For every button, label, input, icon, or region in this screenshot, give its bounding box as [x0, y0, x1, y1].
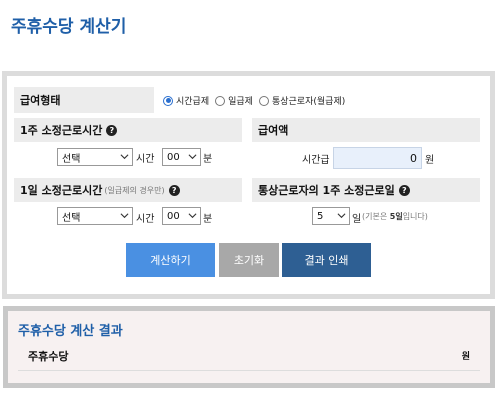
work-days-unit: 일 [352, 214, 362, 225]
radio-option-hourly[interactable]: 시간급제 [163, 94, 209, 107]
chevron-down-icon [188, 154, 197, 160]
result-label: 주휴수당 [28, 349, 69, 363]
pay-type-label-band: 급여형태 [14, 87, 154, 113]
daily-minute-unit: 분 [203, 214, 213, 225]
pay-type-radio-group: 시간급제 일급제 통상근로자(월급제) [163, 94, 351, 107]
pay-type-label: 급여형태 [20, 94, 61, 107]
radio-option-monthly[interactable]: 통상근로자(월급제) [258, 94, 346, 107]
radio-monthly-label: 통상근로자(월급제) [271, 97, 346, 107]
result-unit: 원 [461, 352, 470, 362]
daily-hour-select-value: 선택 [62, 212, 81, 224]
work-days-note-bold: 5일 [389, 212, 403, 221]
daily-hour-unit: 시간 [136, 214, 155, 225]
weekly-minute-select[interactable]: 00 [162, 148, 201, 166]
radio-daily-label: 일급제 [228, 97, 253, 107]
result-row: 주휴수당 원 [18, 341, 480, 371]
work-days-select[interactable]: 5 [312, 207, 350, 225]
daily-hour-select[interactable]: 선택 [57, 207, 133, 225]
work-days-note: (기본은 5일입니다) [362, 211, 428, 222]
daily-minute-select-value: 00 [167, 210, 180, 222]
radio-hourly[interactable] [163, 95, 173, 106]
work-days-note-prefix: (기본은 [362, 212, 390, 221]
work-days-select-value: 5 [317, 210, 324, 222]
weekly-minute-select-value: 00 [167, 151, 180, 163]
work-days-label-band: 통상근로자의 1주 소정근로일 ? [252, 178, 480, 202]
question-circle-icon[interactable]: ? [398, 184, 410, 196]
pay-amount-unit: 원 [425, 155, 435, 166]
weekly-hour-select-value: 선택 [62, 153, 81, 165]
chevron-down-icon [120, 213, 129, 219]
weekly-hour-select[interactable]: 선택 [57, 148, 133, 166]
reset-button[interactable]: 초기화 [219, 243, 279, 277]
radio-option-daily[interactable]: 일급제 [215, 94, 253, 107]
result-title: 주휴수당 계산 결과 [18, 324, 123, 339]
pay-amount-label-band: 급여액 [252, 118, 480, 142]
chevron-down-icon [337, 213, 346, 219]
pay-amount-field-label: 시간급 [302, 155, 330, 166]
result-panel: 주휴수당 계산 결과 주휴수당 원 [3, 306, 495, 388]
pay-amount-label: 급여액 [258, 124, 289, 137]
weekly-hours-label: 1주 소정근로시간 [20, 124, 103, 137]
daily-hours-label: 1일 소정근로시간 [20, 184, 103, 197]
daily-hours-label-band: 1일 소정근로시간 (일급제의 경우만) ? [14, 178, 242, 202]
calculate-button[interactable]: 계산하기 [126, 243, 215, 277]
page-title: 주휴수당 계산기 [11, 17, 127, 37]
print-button[interactable]: 결과 인쇄 [282, 243, 371, 277]
weekly-minute-unit: 분 [203, 154, 213, 165]
chevron-down-icon [188, 213, 197, 219]
pay-amount-input[interactable]: 0 [333, 147, 422, 169]
question-circle-icon[interactable]: ? [106, 124, 118, 136]
question-circle-icon[interactable]: ? [168, 184, 180, 196]
daily-hours-note: (일급제의 경우만) [104, 185, 165, 195]
radio-monthly[interactable] [258, 95, 269, 106]
weekly-hours-label-band: 1주 소정근로시간 ? [14, 118, 242, 142]
radio-daily[interactable] [215, 95, 226, 106]
chevron-down-icon [120, 154, 129, 160]
radio-hourly-label: 시간급제 [176, 97, 210, 107]
work-days-label: 통상근로자의 1주 소정근로일 [258, 184, 395, 197]
daily-minute-select[interactable]: 00 [162, 207, 201, 225]
pay-amount-value: 0 [410, 151, 417, 165]
work-days-note-suffix: 입니다) [402, 212, 428, 221]
weekly-hour-unit: 시간 [136, 154, 155, 165]
